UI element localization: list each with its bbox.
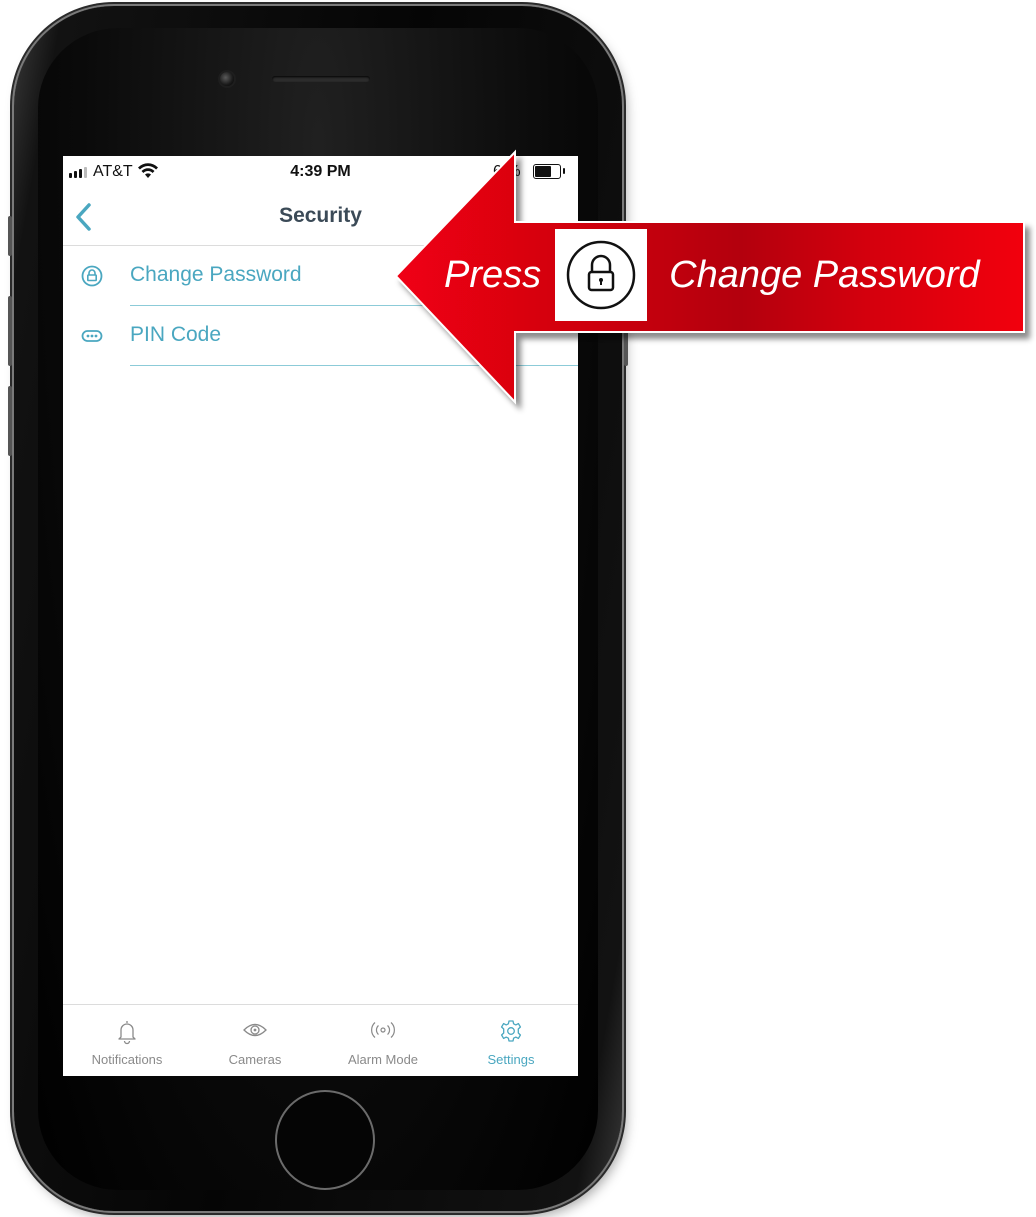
menu-item-change-password[interactable]: Change Password [63, 246, 578, 306]
battery-icon [533, 164, 565, 179]
menu-item-label: Change Password [130, 263, 302, 286]
eye-icon [243, 1023, 267, 1037]
tab-label: Settings [487, 1052, 535, 1067]
battery-percent: 6 % [493, 163, 521, 180]
power-button [624, 296, 628, 366]
lock-circle-icon [81, 265, 103, 287]
tab-label: Cameras [228, 1052, 282, 1067]
stage: AT&T 4:39 PM 6 % Security Change Passwor… [0, 0, 1036, 1217]
tab-alarm-mode[interactable]: Alarm Mode [319, 1005, 447, 1076]
status-bar: AT&T 4:39 PM 6 % [63, 156, 578, 190]
tab-bar: Notifications Cameras Alarm Mode Setting… [63, 1004, 578, 1076]
bell-icon [118, 1021, 136, 1045]
menu-item-label: PIN Code [130, 323, 222, 346]
broadcast-icon [371, 1022, 395, 1038]
phone-screen: AT&T 4:39 PM 6 % Security Change Passwor… [63, 156, 578, 1076]
volume-up-button [8, 296, 12, 366]
callout-label: Change Password [669, 253, 980, 296]
gear-icon [500, 1020, 522, 1042]
tab-settings[interactable]: Settings [447, 1005, 575, 1076]
tab-label: Notifications [91, 1052, 163, 1067]
earpiece-speaker [272, 76, 370, 82]
row-divider [130, 364, 578, 366]
home-button[interactable] [275, 1090, 375, 1190]
tab-notifications[interactable]: Notifications [63, 1005, 191, 1076]
page-title: Security [279, 204, 362, 227]
dots-pill-icon [81, 330, 103, 342]
mute-switch [8, 216, 12, 256]
volume-down-button [8, 386, 12, 456]
navigation-bar: Security [63, 190, 578, 246]
tab-cameras[interactable]: Cameras [191, 1005, 319, 1076]
tab-label: Alarm Mode [347, 1052, 419, 1067]
menu-item-pin-code[interactable]: PIN Code [63, 306, 578, 366]
front-camera [220, 72, 234, 86]
